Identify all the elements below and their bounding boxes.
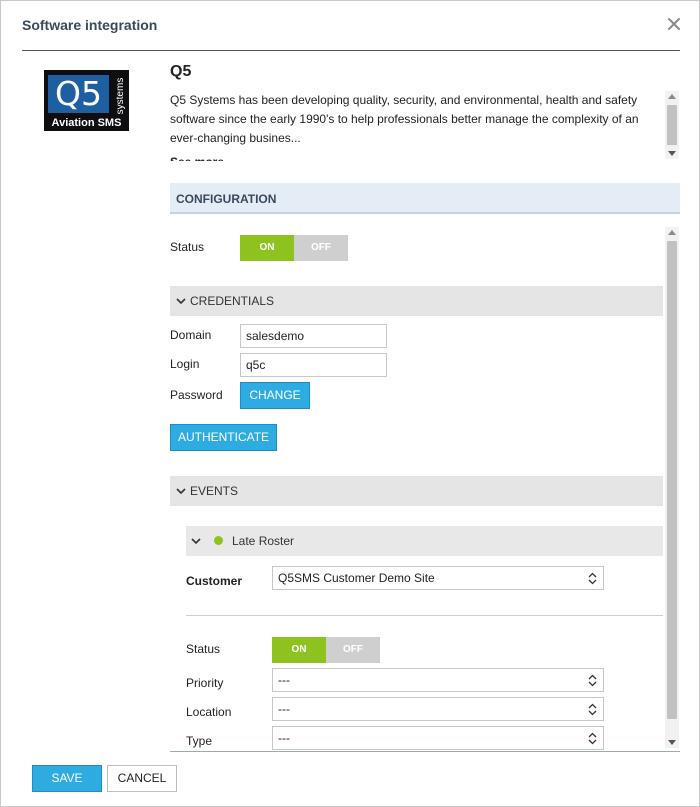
event-divider	[186, 615, 663, 616]
dialog-title: Software integration	[22, 17, 158, 33]
password-label: Password	[170, 388, 223, 402]
event-name: Late Roster	[232, 534, 295, 548]
chevron-down-icon	[176, 298, 186, 305]
event-status-label: Status	[186, 642, 221, 656]
events-section-header[interactable]: EVENTS	[170, 476, 663, 506]
logo-tagline: Aviation SMS	[51, 117, 122, 129]
q5-logo: Q5 systems Aviation SMS	[44, 70, 129, 131]
priority-select[interactable]: ---	[272, 668, 604, 692]
status-toggle[interactable]: ON OFF	[240, 235, 348, 261]
customer-value: Q5SMS Customer Demo Site	[278, 571, 435, 585]
configuration-title: CONFIGURATION	[176, 192, 277, 206]
domain-input[interactable]: salesdemo	[240, 324, 387, 348]
header-divider	[22, 50, 680, 51]
login-input[interactable]: q5c	[240, 353, 387, 377]
authenticate-button[interactable]: AUTHENTICATE	[170, 424, 277, 451]
event-status-dot	[214, 536, 223, 545]
login-label: Login	[170, 357, 200, 371]
select-arrows-icon	[588, 674, 597, 687]
software-integration-dialog: Software integration Q5 systems Aviation…	[0, 0, 700, 807]
change-password-button[interactable]: CHANGE	[240, 382, 310, 409]
scroll-up-icon[interactable]	[665, 227, 679, 239]
chevron-down-icon	[191, 538, 201, 545]
scroll-up-icon[interactable]	[665, 91, 679, 103]
type-label: Type	[186, 734, 213, 748]
select-arrows-icon	[588, 732, 597, 745]
location-select[interactable]: ---	[272, 697, 604, 721]
customer-label: Customer	[186, 574, 243, 588]
domain-label: Domain	[170, 328, 212, 342]
close-icon[interactable]	[665, 15, 683, 33]
cancel-button[interactable]: CANCEL	[107, 765, 177, 792]
save-button[interactable]: SAVE	[32, 765, 102, 792]
logo-subtext: systems	[115, 77, 126, 115]
location-value: ---	[278, 702, 290, 716]
status-off-option[interactable]: OFF	[294, 235, 348, 261]
customer-select[interactable]: Q5SMS Customer Demo Site	[272, 566, 604, 590]
select-arrows-icon	[588, 572, 597, 585]
app-description: Q5 Systems has been developing quality, …	[170, 91, 646, 161]
type-select[interactable]: ---	[272, 726, 604, 750]
content-bottom-divider	[170, 751, 680, 752]
status-label: Status	[170, 240, 205, 254]
chevron-down-icon	[176, 488, 186, 495]
priority-label: Priority	[186, 676, 224, 690]
event-row-late-roster[interactable]: Late Roster	[186, 526, 663, 556]
event-status-off-option[interactable]: OFF	[326, 637, 380, 663]
configuration-header: CONFIGURATION	[170, 183, 680, 214]
event-status-on-option[interactable]: ON	[272, 637, 326, 663]
credentials-section-header[interactable]: CREDENTIALS	[170, 286, 663, 316]
type-value: ---	[278, 731, 290, 745]
scrollbar-thumb[interactable]	[667, 241, 677, 719]
select-arrows-icon	[588, 703, 597, 716]
app-title: Q5	[170, 63, 192, 80]
status-on-option[interactable]: ON	[240, 235, 294, 261]
priority-value: ---	[278, 673, 290, 687]
logo-mark: Q5	[48, 75, 109, 113]
see-more-link[interactable]: See more	[170, 153, 646, 161]
description-scrollbar[interactable]	[665, 91, 679, 159]
configuration-scrollbar[interactable]	[665, 227, 679, 748]
scrollbar-thumb[interactable]	[667, 105, 677, 145]
scroll-down-icon[interactable]	[665, 736, 679, 748]
description-text: Q5 Systems has been developing quality, …	[170, 93, 639, 145]
scroll-down-icon[interactable]	[665, 147, 679, 159]
location-label: Location	[186, 705, 232, 719]
event-status-toggle[interactable]: ON OFF	[272, 637, 380, 663]
events-title: EVENTS	[190, 484, 239, 498]
credentials-title: CREDENTIALS	[190, 294, 275, 308]
